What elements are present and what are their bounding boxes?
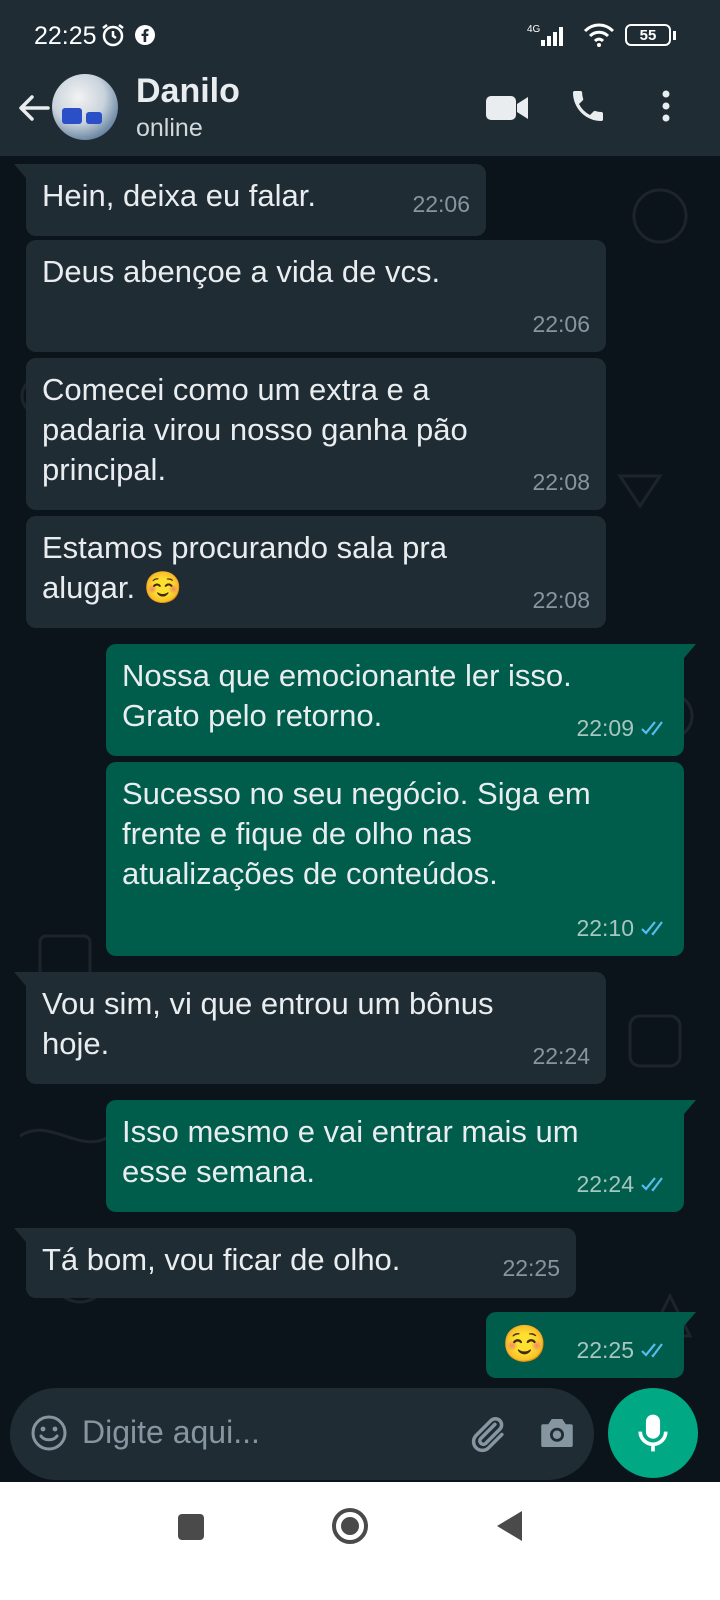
message-incoming[interactable]: Hein, deixa eu falar. 22:06 [14,164,486,236]
message-time: 22:06 [412,191,470,217]
message-text: Comecei como um extra e a padaria virou … [42,372,468,487]
video-call-icon[interactable] [484,92,530,124]
message-text: Sucesso no seu negócio. Siga em frente e… [122,776,591,891]
svg-text:4G: 4G [527,24,541,35]
message-incoming[interactable]: Estamos procurando sala pra alugar. ☺️ 2… [26,516,606,628]
read-ticks-icon [641,921,663,936]
message-time: 22:06 [532,311,590,337]
message-text: Estamos procurando sala pra alugar. ☺️ [42,530,447,605]
back-triangle-icon[interactable] [494,1508,526,1544]
attach-icon[interactable] [466,1412,508,1456]
read-ticks-icon [641,721,663,736]
message-incoming[interactable]: Comecei como um extra e a padaria virou … [26,358,606,510]
back-arrow-icon[interactable] [14,88,54,128]
contact-name[interactable]: Danilo [136,72,240,111]
message-time: 22:08 [532,587,590,613]
status-time: 22:25 [34,22,97,50]
system-nav-bar [0,1482,720,1600]
message-text: Deus abençoe a vida de vcs. [42,254,441,289]
message-text: Nossa que emocionante ler isso. Grato pe… [122,658,572,733]
message-composer[interactable]: Digite aqui... [10,1388,594,1480]
message-outgoing[interactable]: Isso mesmo e vai entrar mais um esse sem… [106,1100,696,1212]
recents-square-icon[interactable] [176,1512,206,1542]
home-circle-icon[interactable] [330,1506,370,1546]
message-text: Isso mesmo e vai entrar mais um esse sem… [122,1114,579,1189]
message-time: 22:08 [532,469,590,495]
message-input[interactable]: Digite aqui... [82,1414,260,1451]
read-ticks-icon [641,1343,663,1358]
camera-icon[interactable] [536,1412,578,1454]
avatar[interactable] [52,74,118,140]
message-time: 22:25 [576,1337,634,1363]
alarm-icon [102,24,124,47]
mic-button[interactable] [608,1388,698,1478]
message-incoming[interactable]: Tá bom, vou ficar de olho. 22:25 [14,1228,576,1298]
read-ticks-icon [641,1177,663,1192]
message-time: 22:09 [576,715,634,741]
message-outgoing[interactable]: ☺️ 22:25 [486,1312,696,1378]
wifi-icon [583,23,615,47]
message-text: Hein, deixa eu falar. [42,178,317,213]
message-time: 22:10 [576,915,634,941]
chat-area[interactable]: Hein, deixa eu falar. 22:06 Deus abençoe… [0,156,720,1388]
mic-icon [638,1414,668,1452]
message-text: Tá bom, vou ficar de olho. [42,1242,401,1277]
message-outgoing[interactable]: Sucesso no seu negócio. Siga em frente e… [106,762,684,956]
message-time: 22:24 [576,1171,634,1197]
emoji-icon[interactable] [30,1414,68,1452]
message-incoming[interactable]: Vou sim, vi que entrou um bônus hoje. 22… [14,972,606,1084]
contact-status: online [136,114,203,142]
message-incoming[interactable]: Deus abençoe a vida de vcs. 22:06 [26,240,606,352]
message-outgoing[interactable]: Nossa que emocionante ler isso. Grato pe… [106,644,696,756]
chat-header: Danilo online [0,72,720,156]
phone-icon[interactable] [568,86,608,126]
status-bar: 22:25 4G 55 [0,0,720,72]
signal-icon: 4G [527,24,563,46]
message-text: Vou sim, vi que entrou um bônus hoje. [42,986,494,1061]
message-text: ☺️ [502,1323,547,1364]
battery-icon: 55 [625,24,671,46]
message-time: 22:25 [502,1255,560,1281]
facebook-icon [135,25,155,45]
more-vert-icon[interactable] [656,86,676,126]
message-time: 22:24 [532,1043,590,1069]
